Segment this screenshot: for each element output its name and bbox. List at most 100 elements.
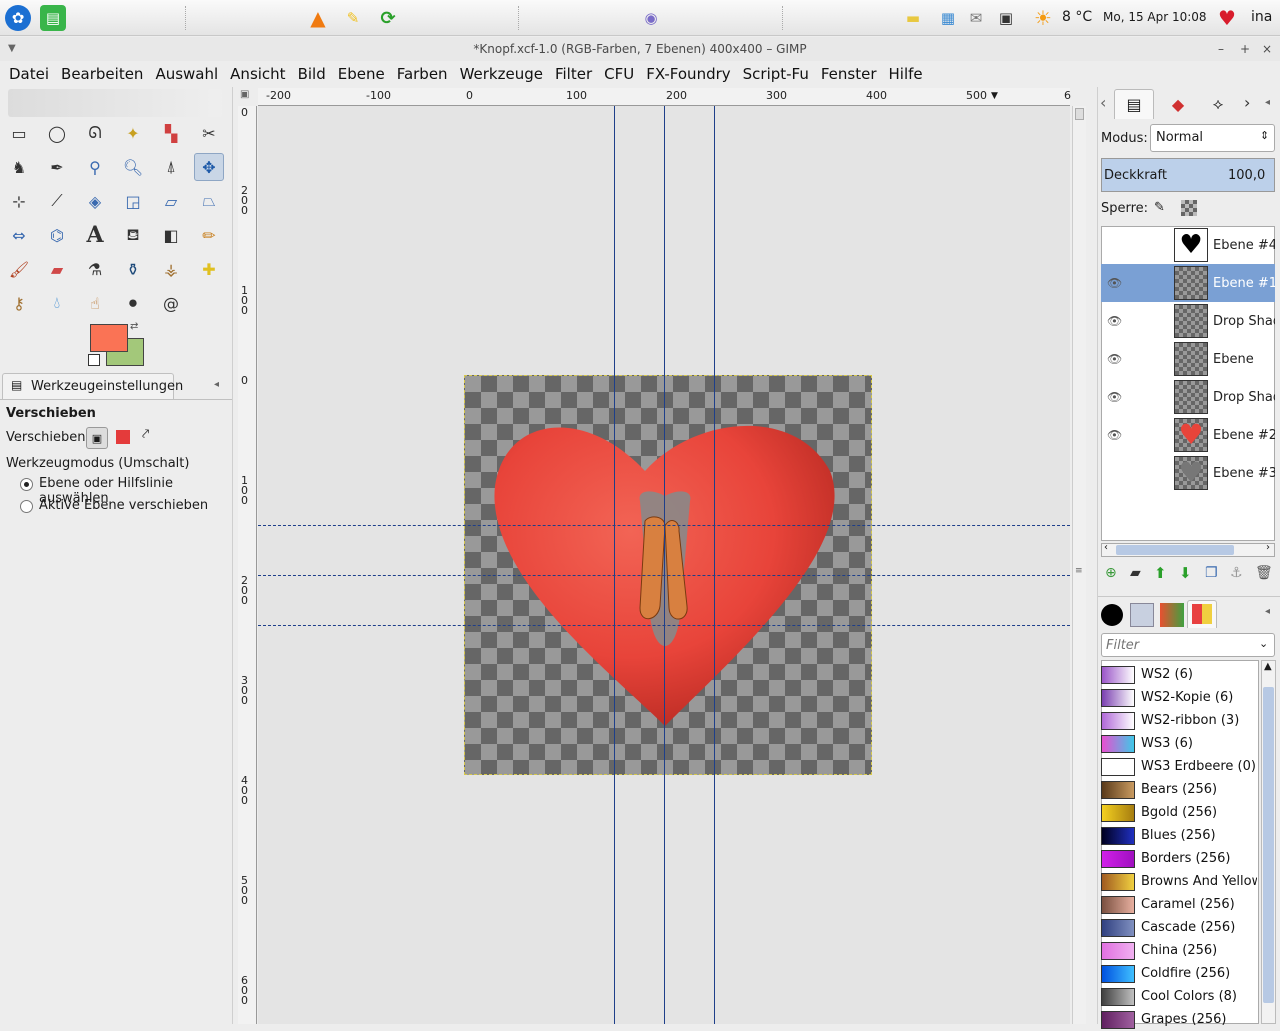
lasso-tool-icon[interactable]: ᘏ: [80, 119, 110, 147]
airbrush-tool-icon[interactable]: ⚗: [80, 255, 110, 283]
gradient-list-item[interactable]: WS3 (6): [1101, 732, 1257, 755]
tab-tool-options[interactable]: ▤ Werkzeugeinstellungen: [2, 373, 183, 399]
weather-sun-icon[interactable]: ☀: [1030, 5, 1056, 31]
gradient-list-item[interactable]: Cascade (256): [1101, 916, 1257, 939]
menu-werkzeuge[interactable]: Werkzeuge: [454, 65, 549, 83]
gradient-list-item[interactable]: China (256): [1101, 939, 1257, 962]
layer-name[interactable]: Ebene #2: [1213, 428, 1275, 443]
maximize-button[interactable]: +: [1240, 37, 1250, 61]
kde-menu-icon[interactable]: ✿: [5, 5, 31, 31]
printer-icon[interactable]: ▣: [993, 5, 1019, 31]
visibility-eye-icon[interactable]: 👁︎: [1107, 428, 1122, 442]
vertical-guide[interactable]: [614, 106, 615, 1024]
scroll-grip[interactable]: ≡: [1075, 566, 1083, 576]
layer-row[interactable]: 👁︎ Ebene #1: [1101, 264, 1275, 302]
layer-row[interactable]: 👁︎ Ebene: [1101, 340, 1275, 378]
menu-fenster[interactable]: Fenster: [815, 65, 883, 83]
horizontal-ruler[interactable]: -200 -100 0 100 200 300 400 500 6 ▼: [258, 88, 1071, 106]
vlc-icon[interactable]: ▲: [305, 5, 331, 31]
gradient-list-item[interactable]: Blues (256): [1101, 824, 1257, 847]
radio-pick-layer[interactable]: [20, 478, 33, 491]
select-by-color-tool-icon[interactable]: ▚: [156, 119, 186, 147]
refresh-icon[interactable]: ⟳: [375, 5, 401, 31]
paths-tool-icon[interactable]: ✒: [42, 153, 72, 181]
smudge-tool-icon[interactable]: ☝: [80, 289, 110, 317]
gradient-list-item[interactable]: Cool Colors (8): [1101, 985, 1257, 1008]
tab-scroll-left-icon[interactable]: ‹: [1100, 93, 1106, 112]
rect-select-tool-icon[interactable]: ▭: [4, 119, 34, 147]
layer-row[interactable]: 👁︎ ♥ Ebene #2: [1101, 416, 1275, 454]
layer-row[interactable]: 👁︎ Drop Shadow: [1101, 378, 1275, 416]
zoom-tool-icon[interactable]: 🔍︎: [118, 153, 148, 181]
scroll-up-icon[interactable]: ▲: [1264, 661, 1272, 672]
menu-ansicht[interactable]: Ansicht: [224, 65, 291, 83]
tab-palettes[interactable]: [1187, 600, 1217, 628]
scale-tool-icon[interactable]: ◲: [118, 187, 148, 215]
radio-move-active-layer-label[interactable]: Aktive Ebene verschieben: [39, 498, 208, 513]
bucket-fill-tool-icon[interactable]: ⛾: [118, 221, 148, 249]
gradient-list-item[interactable]: WS2 (6): [1101, 663, 1257, 686]
username[interactable]: ina: [1251, 9, 1272, 25]
move-layer-toggle[interactable]: ▣: [86, 427, 108, 449]
ink-tool-icon[interactable]: ⚱: [118, 255, 148, 283]
panel-menu-icon[interactable]: ◂: [214, 379, 219, 390]
tab-brushes[interactable]: [1101, 604, 1123, 626]
new-group-icon[interactable]: ▰: [1130, 565, 1141, 581]
menu-bearbeiten[interactable]: Bearbeiten: [55, 65, 149, 83]
dock-menu-icon[interactable]: ◂: [1265, 97, 1270, 108]
menu-datei[interactable]: Datei: [3, 65, 55, 83]
flip-tool-icon[interactable]: ⇔: [4, 221, 34, 249]
gradient-list-item[interactable]: Caramel (256): [1101, 893, 1257, 916]
gradient-list-item[interactable]: Browns And Yellows: [1101, 870, 1257, 893]
foreground-select-tool-icon[interactable]: ♞: [4, 153, 34, 181]
cage-tool-icon[interactable]: ⌬: [42, 221, 72, 249]
menu-auswahl[interactable]: Auswahl: [149, 65, 224, 83]
visibility-eye-icon[interactable]: 👁︎: [1107, 352, 1122, 366]
layer-name[interactable]: Drop Shadow: [1213, 390, 1275, 405]
rotate-tool-icon[interactable]: ◈: [80, 187, 110, 215]
menu-script-fu[interactable]: Script-Fu: [737, 65, 815, 83]
layer-row[interactable]: 👁︎ Drop Shadow: [1101, 302, 1275, 340]
gradient-filter-combo[interactable]: ⌄: [1101, 633, 1275, 657]
scroll-right-icon[interactable]: ›: [1266, 542, 1270, 553]
dodge-burn-tool-icon[interactable]: ⚫: [118, 289, 148, 317]
move-path-toggle[interactable]: ⤤: [142, 427, 149, 442]
delete-layer-icon[interactable]: 🗑︎: [1255, 565, 1273, 581]
gradient-list-scrollbar[interactable]: ▲: [1261, 660, 1276, 1024]
folder-icon[interactable]: ▬: [900, 5, 926, 31]
lock-alpha-icon[interactable]: [1181, 200, 1197, 216]
anchor-layer-icon[interactable]: ⚓: [1230, 565, 1243, 581]
color-picker-tool-icon[interactable]: ⚲: [80, 153, 110, 181]
menu-cfu[interactable]: CFU: [598, 65, 640, 83]
blend-tool-icon[interactable]: ◧: [156, 221, 186, 249]
duplicate-layer-icon[interactable]: ❐: [1205, 565, 1218, 581]
network-icon[interactable]: ▦: [935, 5, 961, 31]
tab-gradients[interactable]: [1160, 603, 1184, 627]
vertical-scrollbar[interactable]: ≡: [1072, 106, 1086, 1024]
menu-ebene[interactable]: Ebene: [332, 65, 391, 83]
shear-tool-icon[interactable]: ▱: [156, 187, 186, 215]
dock-menu-icon[interactable]: ◂: [1265, 606, 1270, 617]
move-tool-icon[interactable]: ✥: [194, 153, 224, 181]
menu-farben[interactable]: Farben: [391, 65, 454, 83]
pencil-tool-icon[interactable]: ✏: [194, 221, 224, 249]
layers-hscrollbar[interactable]: ‹ ›: [1101, 542, 1275, 557]
scroll-thumb[interactable]: [1263, 687, 1274, 1003]
clock[interactable]: Mo, 15 Apr 10:08: [1103, 10, 1207, 24]
gradient-list-item[interactable]: WS2-Kopie (6): [1101, 686, 1257, 709]
notes-icon[interactable]: ✎: [340, 5, 366, 31]
radio-move-active-layer[interactable]: [20, 500, 33, 513]
eraser-tool-icon[interactable]: ▰: [42, 255, 72, 283]
new-layer-icon[interactable]: ⊕: [1105, 565, 1117, 581]
gradient-list-item[interactable]: Grapes (256): [1101, 1008, 1257, 1031]
ellipse-select-tool-icon[interactable]: ◯: [42, 119, 72, 147]
layer-name[interactable]: Drop Shadow: [1213, 314, 1275, 329]
gradient-list-item[interactable]: Borders (256): [1101, 847, 1257, 870]
menu-fx-foundry[interactable]: FX-Foundry: [640, 65, 736, 83]
tab-scroll-right-icon[interactable]: ›: [1244, 93, 1250, 112]
align-tool-icon[interactable]: ⊹: [4, 187, 34, 215]
gradient-list-item[interactable]: WS2-ribbon (3): [1101, 709, 1257, 732]
window-menu-icon[interactable]: ▼: [8, 37, 16, 61]
scroll-thumb[interactable]: [1116, 545, 1234, 555]
layer-name[interactable]: Ebene #3: [1213, 466, 1275, 481]
